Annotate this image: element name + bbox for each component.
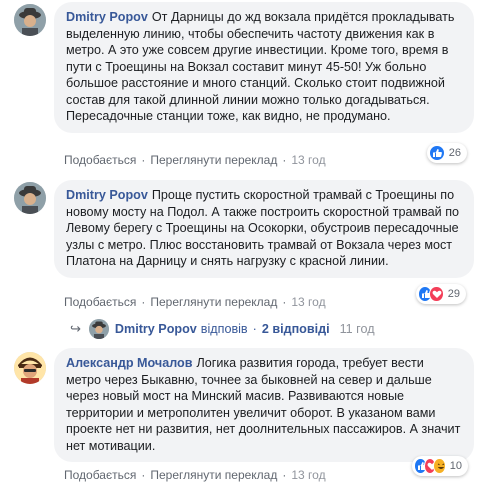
separator-dot: ·: [141, 468, 146, 482]
timestamp[interactable]: 13 год: [291, 295, 325, 309]
reaction-count: 26: [448, 147, 461, 159]
separator-dot: ·: [282, 468, 287, 482]
separator-dot: ·: [141, 153, 146, 167]
reactions-badge[interactable]: 10: [412, 456, 468, 476]
like-icon: [429, 145, 445, 161]
love-icon: [429, 286, 444, 302]
reaction-count: 10: [449, 460, 462, 472]
comment-actions: Подобається · Переглянути переклад · 13 год: [64, 295, 326, 309]
avatar: [88, 319, 109, 339]
separator-dot: ·: [252, 322, 257, 336]
timestamp[interactable]: 13 год: [291, 468, 325, 482]
comment-actions: Подобається · Переглянути переклад · 13 год: [64, 468, 326, 482]
reactions-badge[interactable]: 26: [427, 143, 467, 163]
timestamp[interactable]: 13 год: [291, 153, 325, 167]
comment-author[interactable]: Dmitry Popov: [66, 10, 148, 24]
reply-count: 2 відповіді: [261, 322, 330, 336]
reaction-count: 29: [447, 288, 460, 300]
avatar[interactable]: [14, 352, 46, 384]
see-translation-link[interactable]: Переглянути переклад: [150, 295, 277, 309]
reactions-badge[interactable]: 29: [416, 284, 466, 304]
like-link[interactable]: Подобається: [64, 295, 136, 309]
comment-author[interactable]: Dmitry Popov: [66, 188, 148, 202]
avatar[interactable]: [14, 182, 46, 214]
reply-author: Dmitry Popov: [114, 322, 197, 336]
like-link[interactable]: Подобається: [64, 468, 136, 482]
see-translation-link[interactable]: Переглянути переклад: [150, 468, 277, 482]
comment-author[interactable]: Александр Мочалов: [66, 356, 192, 370]
comment-bubble: Dmitry Popov От Дарницы до жд вокзала при…: [54, 2, 474, 133]
like-link[interactable]: Подобається: [64, 153, 136, 167]
comment-text: Логика развития города, требует вести ме…: [66, 356, 461, 453]
reply-verb: відповів: [200, 322, 248, 336]
haha-icon: [433, 458, 446, 474]
view-replies-link[interactable]: ↪ Dmitry Popov відповів · 2 відповіді 11…: [70, 318, 375, 340]
reply-arrow-icon: ↪: [70, 321, 81, 336]
separator-dot: ·: [282, 153, 287, 167]
avatar[interactable]: [14, 4, 46, 36]
timestamp[interactable]: 11 год: [340, 322, 375, 336]
separator-dot: ·: [141, 295, 146, 309]
comment-bubble: Александр Мочалов Логика развития города,…: [54, 348, 474, 462]
see-translation-link[interactable]: Переглянути переклад: [150, 153, 277, 167]
comment-actions: Подобається · Переглянути переклад · 13 год: [64, 153, 326, 167]
separator-dot: ·: [282, 295, 287, 309]
comment-text: От Дарницы до жд вокзала придётся прокла…: [66, 10, 455, 123]
comment-bubble: Dmitry Popov Проще пустить скоростной тра…: [54, 180, 474, 278]
